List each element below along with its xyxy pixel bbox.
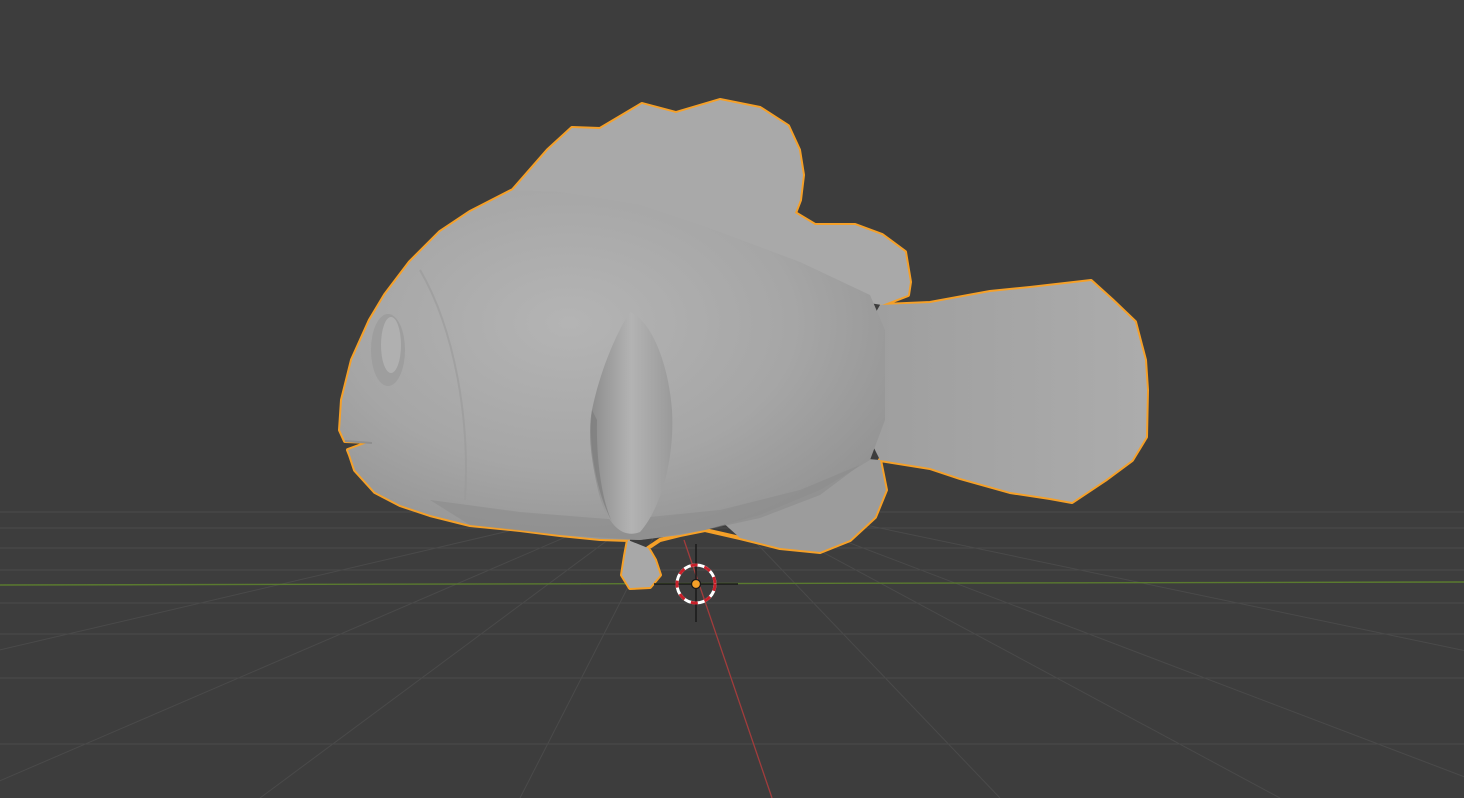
object-origin-icon: [690, 578, 702, 590]
viewport-canvas[interactable]: [0, 0, 1464, 798]
ventral-fin: [622, 540, 660, 588]
x-axis-line: [683, 539, 773, 798]
floor-grid: [0, 504, 1464, 798]
tail-fin: [860, 281, 1147, 502]
eye-highlight: [381, 317, 401, 373]
3d-viewport[interactable]: [0, 0, 1464, 798]
fish-mesh[interactable]: [338, 98, 1149, 590]
